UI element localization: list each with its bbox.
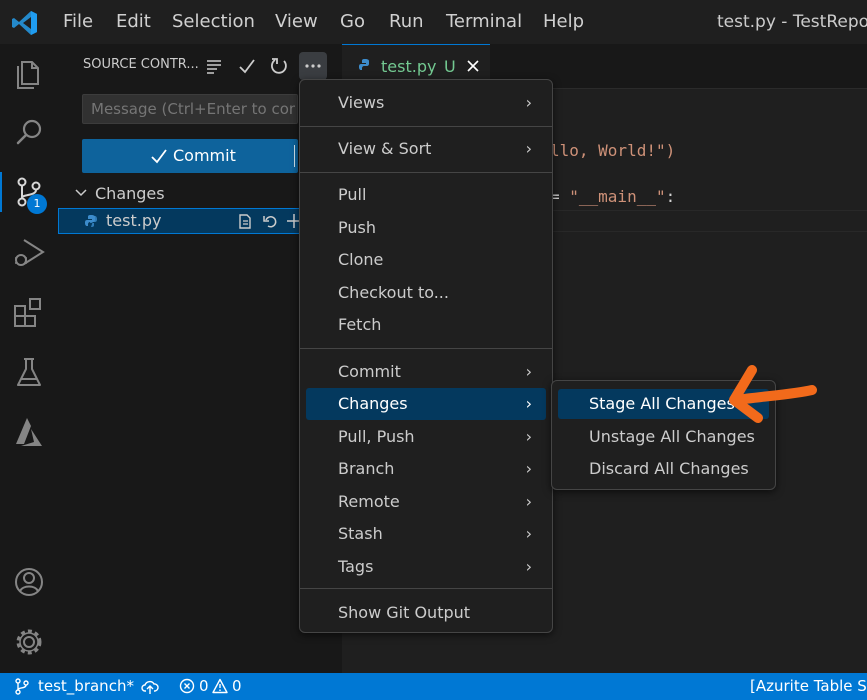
menu-separator — [300, 172, 552, 173]
branch-icon — [14, 678, 30, 695]
menu-item-label: Changes — [338, 394, 408, 413]
commit-check-button-icon — [150, 147, 168, 165]
error-count[interactable]: 0 — [199, 677, 209, 695]
menu-separator — [300, 588, 552, 589]
commit-message-input[interactable] — [82, 94, 298, 124]
commit-button-divider — [294, 145, 295, 167]
code-line-if: = "__main__": — [550, 187, 675, 206]
chevron-right-icon: › — [525, 524, 532, 543]
code-colon: : — [665, 187, 676, 206]
menu-item-commit[interactable]: Commit › — [306, 357, 546, 387]
menu-item-pull-push[interactable]: Pull, Push › — [306, 422, 546, 452]
extensions-icon[interactable] — [9, 292, 49, 332]
ellipsis-icon — [305, 64, 321, 68]
changed-file-name: test.py — [106, 211, 162, 230]
menu-item-label: Views — [338, 93, 385, 112]
code-line-print: llo, World!") — [550, 141, 675, 160]
menu-help[interactable]: Help — [543, 0, 584, 44]
changes-group-label[interactable]: Changes — [95, 184, 165, 203]
active-indicator — [0, 172, 2, 212]
code-string-hello: llo, World!") — [550, 141, 676, 160]
menu-item-push[interactable]: Push — [306, 213, 546, 243]
chevron-down-icon[interactable] — [74, 185, 88, 199]
search-icon[interactable] — [9, 112, 49, 152]
explorer-icon[interactable] — [9, 52, 49, 92]
chevron-right-icon: › — [525, 459, 532, 478]
status-bar: test_branch* 0 0 [Azurite Table Serv — [0, 673, 867, 700]
activity-bar: 1 — [0, 44, 59, 673]
branch-name[interactable]: test_branch* — [38, 677, 134, 695]
tab-untracked-status: U — [444, 57, 456, 76]
error-icon[interactable] — [179, 678, 195, 694]
account-icon[interactable] — [9, 562, 49, 602]
menu-item-label: Remote — [338, 492, 400, 511]
annotation-arrow-icon — [726, 360, 822, 426]
menu-file[interactable]: File — [63, 0, 93, 44]
title-bar: File Edit Selection View Go Run Terminal… — [0, 0, 867, 45]
more-actions-button[interactable] — [299, 52, 327, 80]
menu-item-show-git-output[interactable]: Show Git Output — [306, 598, 546, 628]
settings-gear-icon[interactable] — [9, 622, 49, 662]
commit-button-label: Commit — [173, 146, 236, 165]
submenu-item-discard-all[interactable]: Discard All Changes — [558, 454, 769, 484]
vscode-logo-icon — [11, 9, 39, 37]
menu-edit[interactable]: Edit — [116, 0, 151, 44]
menu-item-checkout[interactable]: Checkout to... — [306, 278, 546, 308]
current-line-highlight — [548, 210, 867, 232]
menu-item-label: Branch — [338, 459, 395, 478]
scm-badge: 1 — [27, 194, 47, 214]
menu-selection[interactable]: Selection — [172, 0, 255, 44]
refresh-icon[interactable] — [269, 56, 289, 76]
menu-item-remote[interactable]: Remote › — [306, 487, 546, 517]
chevron-right-icon: › — [525, 427, 532, 446]
chevron-right-icon: › — [525, 394, 532, 413]
menu-item-views[interactable]: Views › — [306, 88, 546, 118]
menu-item-label: Pull, Push — [338, 427, 415, 446]
menu-item-view-sort[interactable]: View & Sort › — [306, 134, 546, 164]
menu-item-label: View & Sort — [338, 139, 432, 158]
view-as-list-icon[interactable] — [204, 56, 224, 76]
tab-file-name: test.py — [381, 57, 437, 76]
menu-separator — [300, 348, 552, 349]
source-control-more-menu: Views › View & Sort › Pull Push Clone Chec… — [299, 79, 553, 633]
submenu-item-unstage-all[interactable]: Unstage All Changes — [558, 422, 769, 452]
commit-button[interactable]: Commit — [82, 139, 298, 173]
chevron-right-icon: › — [525, 139, 532, 158]
menu-item-label: Commit — [338, 362, 401, 381]
window-title: test.py - TestRepos — [717, 12, 867, 32]
menu-view[interactable]: View — [275, 0, 318, 44]
warning-count[interactable]: 0 — [232, 677, 242, 695]
menu-item-pull[interactable]: Pull — [306, 180, 546, 210]
open-file-icon[interactable] — [236, 212, 254, 230]
run-debug-icon[interactable] — [9, 232, 49, 272]
chevron-right-icon: › — [525, 557, 532, 576]
menu-separator — [300, 126, 552, 127]
menu-run[interactable]: Run — [389, 0, 424, 44]
commit-check-icon[interactable] — [237, 56, 257, 76]
sync-cloud-icon[interactable] — [141, 678, 159, 695]
menu-item-stash[interactable]: Stash › — [306, 519, 546, 549]
close-tab-icon[interactable] — [465, 58, 481, 74]
chevron-right-icon: › — [525, 93, 532, 112]
menu-item-label: Tags — [338, 557, 374, 576]
menu-terminal[interactable]: Terminal — [446, 0, 522, 44]
python-file-icon — [84, 214, 98, 228]
menu-item-fetch[interactable]: Fetch — [306, 310, 546, 340]
warning-icon[interactable] — [212, 678, 228, 694]
code-string-main: "__main__" — [569, 187, 666, 206]
menu-item-tags[interactable]: Tags › — [306, 552, 546, 582]
testing-icon[interactable] — [9, 352, 49, 392]
azure-icon[interactable] — [9, 412, 49, 452]
menu-item-branch[interactable]: Branch › — [306, 454, 546, 484]
menu-item-label: Stash — [338, 524, 383, 543]
azurite-status[interactable]: [Azurite Table Serv — [750, 677, 867, 695]
chevron-right-icon: › — [525, 492, 532, 511]
python-tab-icon — [358, 58, 372, 72]
discard-changes-icon[interactable] — [261, 212, 279, 230]
menu-go[interactable]: Go — [340, 0, 365, 44]
menu-item-clone[interactable]: Clone — [306, 245, 546, 275]
chevron-right-icon: › — [525, 362, 532, 381]
menu-item-changes[interactable]: Changes › — [306, 388, 546, 420]
sidebar-header: SOURCE CONTR... — [83, 57, 199, 72]
